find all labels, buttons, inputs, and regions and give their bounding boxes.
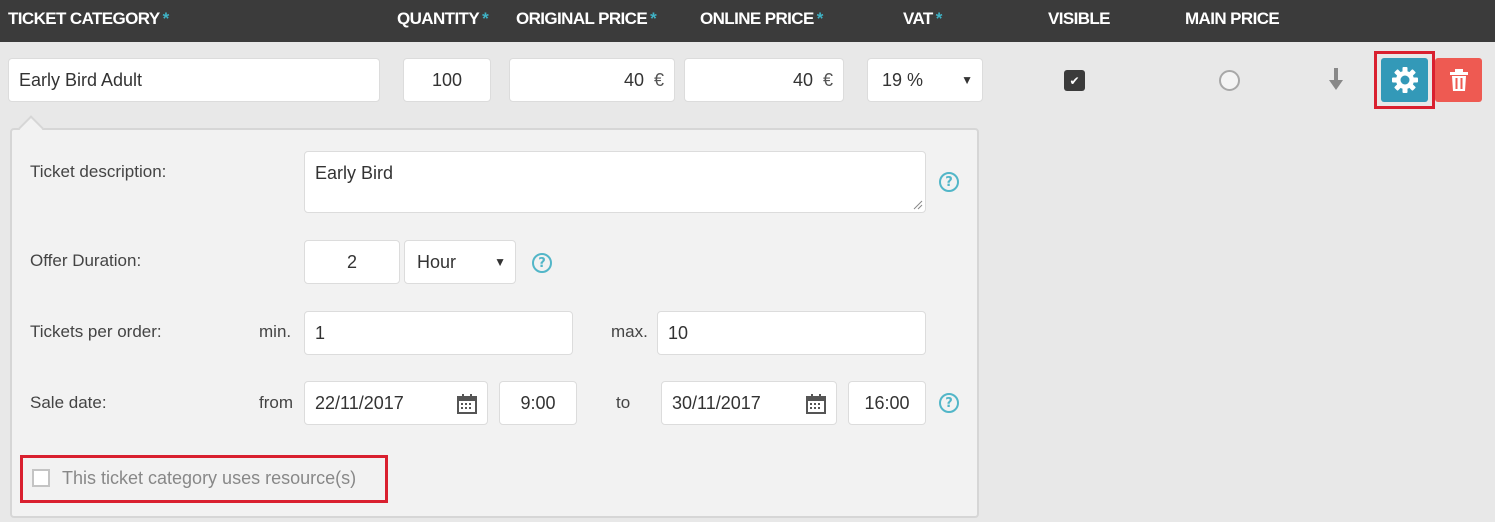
max-tickets-input[interactable]: 10 bbox=[657, 311, 926, 355]
from-label: from bbox=[259, 393, 293, 412]
offer-duration-label: Offer Duration: bbox=[30, 251, 142, 270]
column-header-online-price: ONLINE PRICE * bbox=[700, 9, 824, 28]
min-tickets-input[interactable]: 1 bbox=[304, 311, 573, 355]
offer-duration-unit-select[interactable]: Hour ▼ bbox=[404, 240, 516, 284]
required-marker: * bbox=[650, 9, 657, 28]
uses-resources-label[interactable]: This ticket category uses resource(s) bbox=[62, 468, 356, 489]
visible-checkbox[interactable]: ✔ bbox=[1064, 70, 1085, 91]
currency-symbol: € bbox=[822, 69, 833, 90]
offer-duration-input[interactable]: 2 bbox=[304, 240, 400, 284]
sale-date-label: Sale date: bbox=[30, 393, 107, 412]
column-header-main-price: MAIN PRICE bbox=[1185, 9, 1280, 28]
calendar-icon[interactable] bbox=[806, 394, 826, 414]
table-header: TICKET CATEGORY * QUANTITY * ORIGINAL PRIC… bbox=[0, 0, 1495, 42]
caret-down-icon: ▼ bbox=[494, 255, 506, 269]
ticket-category-input[interactable]: Early Bird Adult bbox=[8, 58, 380, 102]
calendar-icon[interactable] bbox=[457, 394, 477, 414]
to-label: to bbox=[616, 393, 631, 412]
column-header-original-price: ORIGINAL PRICE * bbox=[516, 9, 657, 28]
original-price-input[interactable]: 40 € bbox=[509, 58, 675, 102]
column-header-vat: VAT * bbox=[903, 9, 943, 28]
sort-arrow-down-icon[interactable] bbox=[1327, 66, 1345, 92]
sale-from-time-input[interactable]: 9:00 bbox=[499, 381, 577, 425]
vat-select[interactable]: 19 % ▼ bbox=[867, 58, 983, 102]
sale-to-date-input[interactable]: 30/11/2017 bbox=[661, 381, 837, 425]
resize-handle-icon[interactable] bbox=[913, 200, 923, 210]
required-marker: * bbox=[482, 9, 489, 28]
help-icon[interactable]: ? bbox=[939, 393, 959, 413]
column-header-visible: VISIBLE bbox=[1048, 9, 1111, 28]
required-marker: * bbox=[935, 9, 943, 28]
main-price-radio[interactable] bbox=[1219, 70, 1240, 91]
settings-highlight-box bbox=[1374, 51, 1435, 109]
caret-down-icon: ▼ bbox=[961, 73, 973, 87]
ticket-description-textarea[interactable]: Early Bird bbox=[304, 151, 926, 213]
trash-icon bbox=[1449, 69, 1468, 91]
online-price-input[interactable]: 40 € bbox=[684, 58, 844, 102]
sale-to-time-input[interactable]: 16:00 bbox=[848, 381, 926, 425]
required-marker: * bbox=[816, 9, 824, 28]
uses-resources-checkbox[interactable] bbox=[32, 469, 50, 487]
max-label: max. bbox=[611, 322, 648, 341]
help-icon[interactable]: ? bbox=[532, 253, 552, 273]
required-marker: * bbox=[162, 9, 170, 28]
quantity-input[interactable]: 100 bbox=[403, 58, 491, 102]
currency-symbol: € bbox=[653, 69, 664, 90]
tickets-per-order-label: Tickets per order: bbox=[30, 322, 162, 341]
delete-button[interactable] bbox=[1435, 58, 1482, 102]
help-icon[interactable]: ? bbox=[939, 172, 959, 192]
column-header-ticket-category: TICKET CATEGORY * bbox=[8, 9, 170, 28]
ticket-description-label: Ticket description: bbox=[30, 162, 167, 181]
sale-from-date-input[interactable]: 22/11/2017 bbox=[304, 381, 488, 425]
min-label: min. bbox=[259, 322, 292, 341]
column-header-quantity: QUANTITY * bbox=[397, 9, 489, 28]
